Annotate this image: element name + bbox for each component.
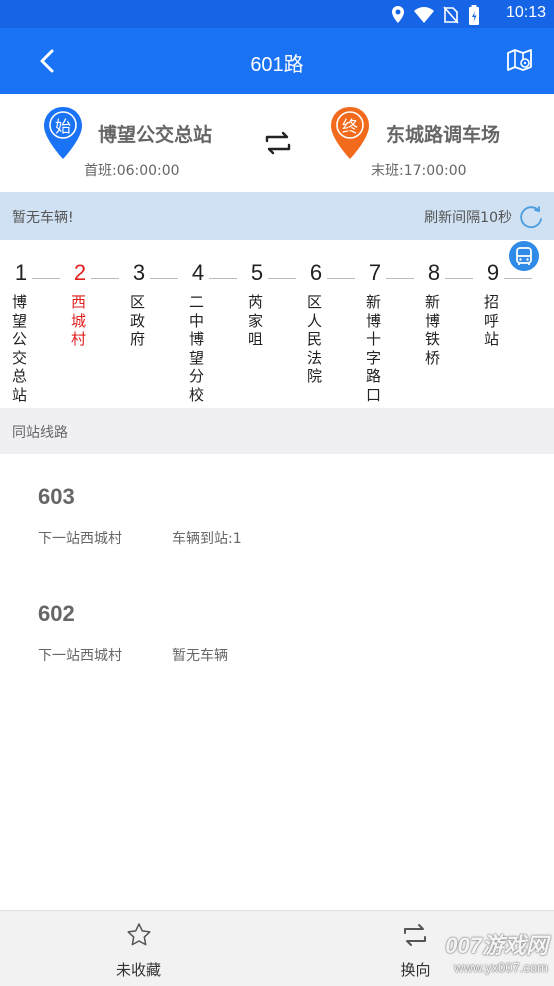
refresh-interval-text: 刷新间隔10秒 xyxy=(424,210,512,226)
station-name: 新博铁桥 xyxy=(425,293,441,367)
station-stop[interactable]: 1 博望公交总站 xyxy=(0,240,60,408)
section-title: 同站线路 xyxy=(12,425,68,441)
station-name: 区政府 xyxy=(130,293,146,348)
station-stop[interactable]: 3 区政府 xyxy=(118,240,178,408)
station-list: 1 博望公交总站 2 西城村 3 区政府 4 二中博望分校 5 芮家咀 6 区人… xyxy=(0,240,554,408)
station-name: 西城村 xyxy=(71,293,87,348)
station-name: 招呼站 xyxy=(484,293,500,348)
same-station-header: 同站线路 xyxy=(0,408,554,454)
watermark-title: 007游戏网 xyxy=(445,933,548,958)
end-marker-icon: 终 xyxy=(330,107,370,159)
end-station-name: 东城路调车场 xyxy=(386,124,501,146)
watermark: 007游戏网 www.yx007.com xyxy=(408,928,548,982)
no-sim-icon xyxy=(443,6,459,24)
route-item-602[interactable]: 602 下一站西城村 暂无车辆 xyxy=(0,601,554,719)
route-number: 602 xyxy=(38,601,75,626)
route-next-stop: 下一站西城村 xyxy=(38,648,122,664)
station-connector xyxy=(386,278,414,279)
watermark-url: www.yx007.com xyxy=(454,960,548,975)
last-bus-time: 末班:17:00:00 xyxy=(371,163,467,179)
route-vehicle-status: 车辆到站:1 xyxy=(172,531,242,547)
star-icon xyxy=(127,923,151,946)
route-vehicle-status: 暂无车辆 xyxy=(172,648,228,664)
start-badge: 始 xyxy=(54,117,71,136)
location-icon xyxy=(392,6,404,23)
station-name: 二中博望分校 xyxy=(189,293,205,404)
station-number: 3 xyxy=(132,260,146,285)
station-number: 8 xyxy=(427,260,441,285)
station-number: 4 xyxy=(191,260,205,285)
page-title: 601路 xyxy=(250,54,304,76)
station-number: 5 xyxy=(250,260,264,285)
station-connector xyxy=(445,278,473,279)
route-next-stop: 下一站西城村 xyxy=(38,531,122,547)
status-icons xyxy=(391,5,480,25)
favorite-label: 未收藏 xyxy=(115,961,161,979)
route-number: 603 xyxy=(38,484,75,509)
start-marker-icon: 始 xyxy=(43,107,83,159)
refresh-icon[interactable] xyxy=(518,204,544,230)
station-connector xyxy=(268,278,296,279)
station-connector xyxy=(32,278,60,279)
first-bus-time: 首班:06:00:00 xyxy=(84,163,180,179)
app-bar: 601路 xyxy=(0,28,554,94)
end-badge: 终 xyxy=(341,117,358,136)
station-name: 新博十字路口 xyxy=(366,293,382,404)
station-name: 芮家咀 xyxy=(248,293,264,348)
station-connector xyxy=(150,278,178,279)
station-connector xyxy=(209,278,237,279)
map-icon[interactable] xyxy=(506,47,534,75)
route-endpoints: 始 博望公交总站 首班:06:00:00 终 东城路调车场 末班:17:00:0… xyxy=(0,94,554,192)
station-stop[interactable]: 5 芮家咀 xyxy=(236,240,296,408)
station-name: 博望公交总站 xyxy=(12,293,28,404)
station-connector xyxy=(327,278,355,279)
station-stop-active[interactable]: 2 西城村 xyxy=(59,240,119,408)
station-connector xyxy=(504,278,532,279)
station-name: 区人民法院 xyxy=(307,293,323,385)
station-number: 7 xyxy=(368,260,382,285)
station-number: 1 xyxy=(14,260,28,285)
battery-icon xyxy=(469,5,479,25)
no-vehicle-text: 暂无车辆! xyxy=(12,210,74,226)
station-stop[interactable]: 7 新博十字路口 xyxy=(354,240,414,408)
route-item-603[interactable]: 603 下一站西城村 车辆到站:1 xyxy=(0,484,554,602)
station-stop[interactable]: 8 新博铁桥 xyxy=(413,240,473,408)
station-stop[interactable]: 6 区人民法院 xyxy=(295,240,355,408)
start-station-name: 博望公交总站 xyxy=(98,124,213,146)
bus-icon[interactable] xyxy=(508,240,540,272)
station-number: 6 xyxy=(309,260,323,285)
station-number: 2 xyxy=(73,260,87,285)
status-bar: 10:13 xyxy=(0,0,554,28)
vehicle-info-bar: 暂无车辆! 刷新间隔10秒 xyxy=(0,192,554,240)
station-connector xyxy=(91,278,119,279)
station-stop[interactable]: 4 二中博望分校 xyxy=(177,240,237,408)
status-time: 10:13 xyxy=(505,4,546,21)
favorite-button[interactable]: 未收藏 xyxy=(0,911,277,986)
swap-direction-icon[interactable] xyxy=(263,130,293,156)
wifi-icon xyxy=(414,7,434,23)
